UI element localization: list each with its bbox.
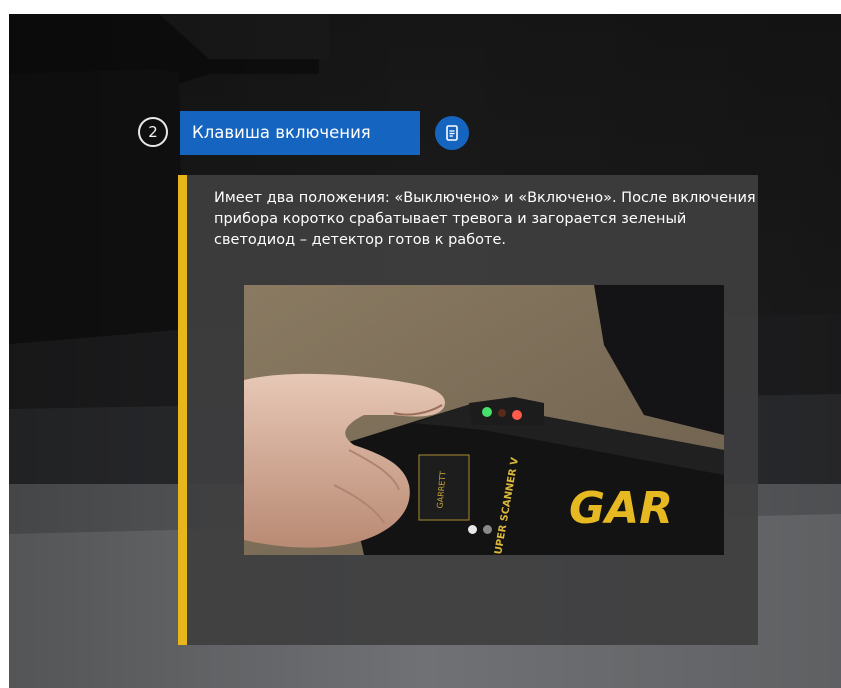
svg-text:GAR: GAR [569, 483, 673, 534]
step-title-button[interactable]: Клавиша включения [180, 111, 420, 155]
document-icon [446, 125, 458, 141]
document-info-button[interactable] [435, 116, 469, 150]
scene-viewport: 2 Клавиша включения Имеет два положения:… [9, 14, 841, 688]
carousel-indicators [468, 525, 492, 534]
step-number-badge: 2 [138, 117, 168, 147]
panel-description: Имеет два положения: «Выключено» и «Вклю… [214, 190, 756, 248]
media-image: GARRETT SUPER SCANNER V GAR [244, 285, 724, 555]
detector-photo: GARRETT SUPER SCANNER V GAR [244, 285, 724, 555]
carousel-dot-1[interactable] [468, 525, 477, 534]
info-panel: Имеет два положения: «Выключено» и «Вклю… [178, 175, 758, 645]
carousel-dot-2[interactable] [483, 525, 492, 534]
